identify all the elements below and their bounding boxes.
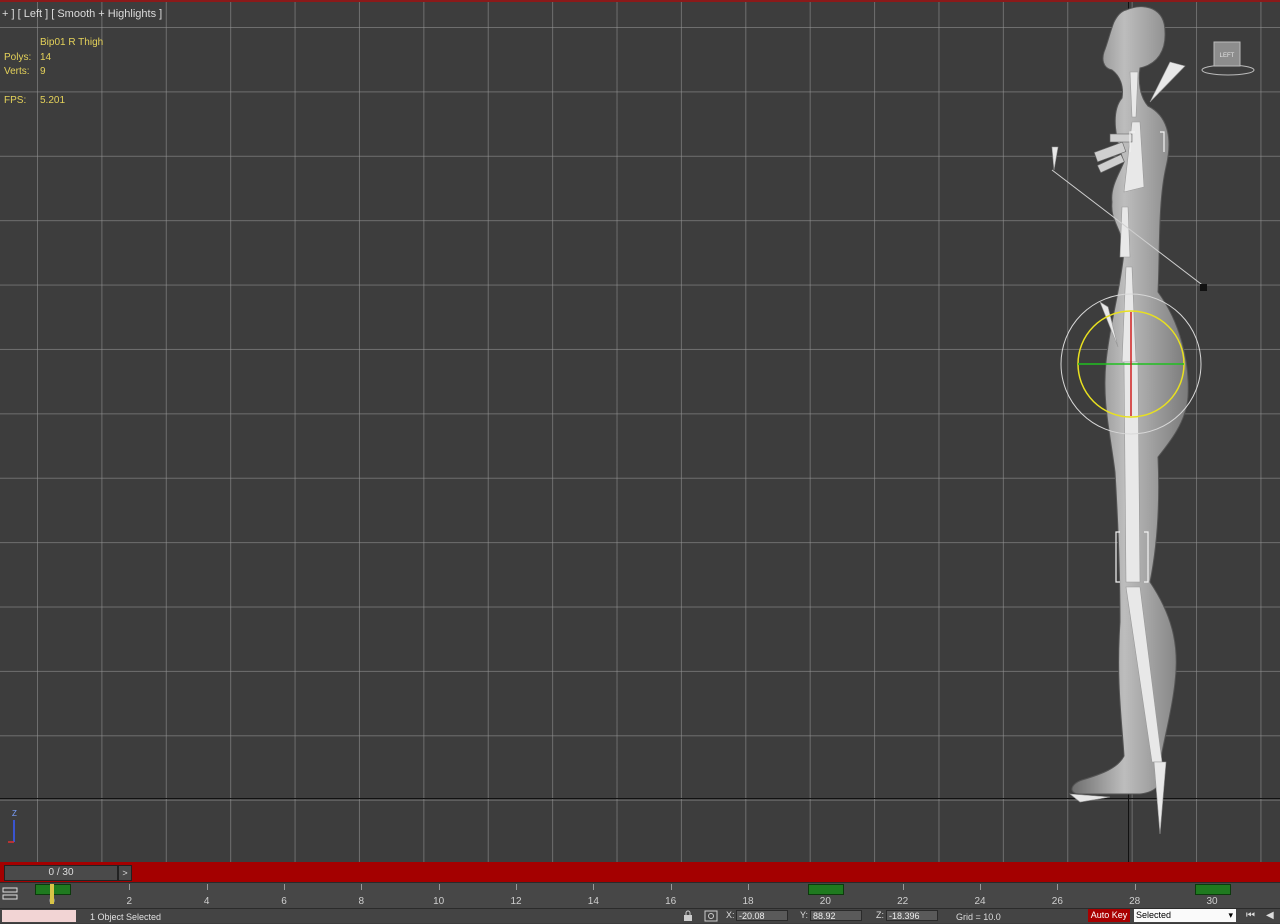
track-tick-mark — [902, 884, 904, 890]
verts-row: Verts: 9 — [4, 66, 46, 77]
track-tick-mark — [129, 884, 131, 890]
fps-row: FPS: 5.201 — [4, 94, 66, 106]
animation-key[interactable] — [808, 884, 845, 895]
track-tick-label: 8 — [358, 896, 365, 907]
track-tick-mark — [1057, 884, 1059, 890]
viewcube-label: LEFT — [1220, 53, 1235, 59]
z-coordinate-field[interactable]: -18.396 — [886, 910, 938, 921]
track-bar[interactable] — [0, 882, 1280, 909]
track-tick-label: 12 — [510, 896, 522, 907]
track-tick-mark — [284, 884, 285, 890]
grid-readout: Grid = 10.0 — [956, 912, 1001, 922]
x-label: X: — [726, 910, 735, 920]
track-tick-label: 24 — [974, 896, 986, 907]
track-tick-label: 22 — [897, 896, 909, 907]
track-tick-label: 30 — [1206, 896, 1218, 907]
z-label: Z: — [876, 910, 884, 920]
track-tick-mark — [1134, 884, 1136, 890]
ik-target[interactable] — [1200, 284, 1207, 291]
track-tick-label: 14 — [587, 896, 599, 907]
viewport-statistics: Bip01 R Thigh Polys: 14 Verts: 9 FPS: 5.201 — [4, 36, 103, 108]
lock-icon[interactable] — [682, 910, 694, 922]
viewport-left[interactable]: + ] [ Left ] [ Smooth + Highlights ] Bip… — [0, 0, 1280, 862]
go-to-start-icon[interactable]: ⏮ — [1246, 910, 1255, 922]
key-filter-dropdown[interactable]: Selected ▾ — [1134, 909, 1236, 922]
track-tick-label: 26 — [1051, 896, 1063, 907]
axis-tripod: Z — [8, 809, 17, 843]
track-tick-label: 20 — [819, 896, 831, 907]
previous-frame-icon[interactable]: ◀ — [1266, 910, 1274, 922]
selection-status: 1 Object Selected — [90, 912, 162, 922]
auto-key-button[interactable]: Auto Key — [1088, 909, 1130, 922]
viewport-label[interactable]: + ] [ Left ] [ Smooth + Highlights ] — [2, 8, 162, 20]
track-tick-mark — [980, 884, 981, 890]
character-model[interactable] — [1040, 2, 1240, 862]
y-label: Y: — [800, 910, 809, 920]
mini-curve-editor-icon[interactable] — [2, 886, 18, 902]
track-tick-mark — [593, 884, 595, 890]
viewcube[interactable]: LEFT — [1200, 38, 1264, 78]
svg-text:Z: Z — [12, 809, 17, 818]
track-tick-label: 2 — [126, 896, 133, 907]
time-slider-next-button[interactable]: > — [118, 865, 132, 881]
track-tick-label: 4 — [203, 896, 210, 907]
current-frame-marker[interactable] — [50, 884, 54, 904]
track-tick-label: 6 — [281, 896, 287, 907]
time-slider-bar[interactable] — [0, 862, 1280, 882]
track-tick-label: 16 — [665, 896, 677, 907]
track-tick-mark — [670, 884, 672, 890]
track-tick-mark — [516, 884, 517, 890]
time-slider-thumb[interactable]: 0 / 30 — [4, 865, 118, 881]
y-coordinate-field[interactable]: 88.92 — [810, 910, 862, 921]
track-tick-label: 10 — [433, 896, 445, 907]
track-tick-label: 18 — [742, 896, 754, 907]
track-tick-mark — [361, 884, 363, 890]
chevron-down-icon: ▾ — [1228, 910, 1233, 920]
x-coordinate-field[interactable]: -20.08 — [736, 910, 788, 921]
selected-object-name: Bip01 R Thigh — [40, 37, 104, 48]
maxscript-listener[interactable] — [2, 910, 76, 922]
animation-key[interactable] — [1195, 884, 1231, 895]
polys-row: Polys: 14 — [4, 51, 52, 63]
track-tick-label: 28 — [1129, 896, 1141, 907]
track-tick-mark — [748, 884, 749, 890]
track-tick-mark — [206, 884, 208, 890]
absolute-mode-icon[interactable] — [704, 910, 718, 922]
track-tick-mark — [438, 884, 440, 890]
